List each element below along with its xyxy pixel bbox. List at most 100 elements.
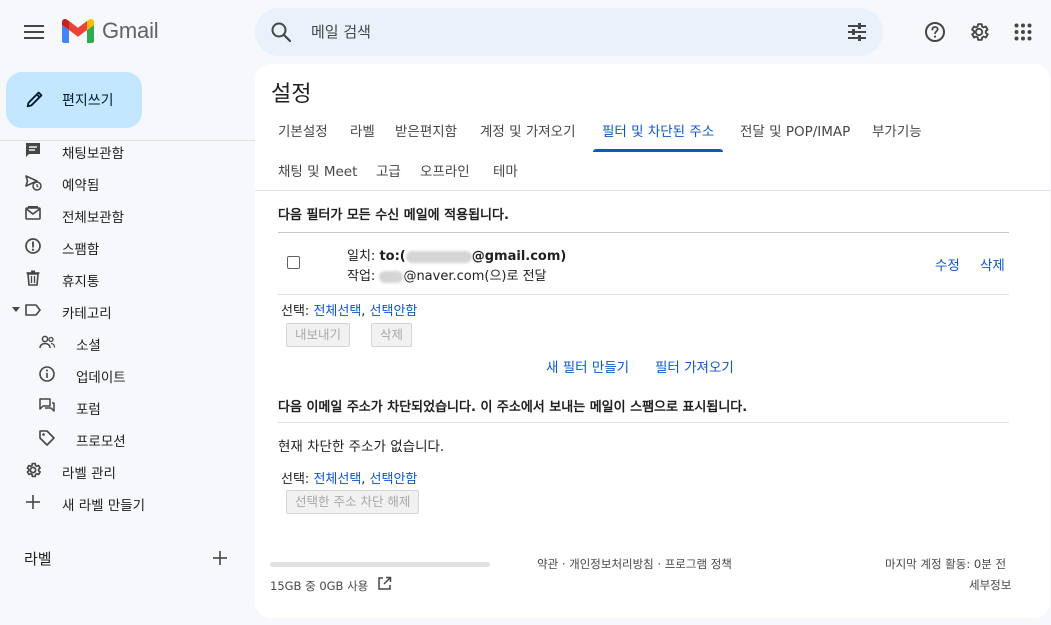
tab-labels[interactable]: 라벨	[341, 112, 384, 152]
sidebar-item-label: 포럼	[76, 402, 101, 418]
last-activity: 마지막 계정 활동: 0분 전	[885, 557, 1007, 571]
app-name: Gmail	[102, 18, 159, 43]
apps-button[interactable]	[1003, 12, 1043, 52]
sidebar-item-updates[interactable]: 업데이트	[0, 358, 256, 390]
sidebar-item-label: 전체보관함	[62, 210, 125, 226]
tab-general[interactable]: 기본설정	[269, 112, 337, 152]
sidebar-item-label: 스팸함	[62, 242, 100, 258]
open-in-new-icon[interactable]	[377, 576, 392, 591]
tune-icon[interactable]	[845, 20, 869, 44]
divider	[278, 422, 1009, 423]
select-none-link[interactable]: 선택안함	[370, 304, 418, 319]
select-all-link[interactable]: 전체선택	[313, 304, 361, 319]
sidebar-item-all-mail[interactable]: 전체보관함	[0, 198, 256, 230]
help-icon	[925, 22, 945, 42]
sidebar-item-label: 소셜	[76, 338, 101, 354]
details-link[interactable]: 세부정보	[969, 577, 1011, 593]
action-suffix: @naver.com(으)로 전달	[403, 269, 547, 284]
select-separator: ,	[361, 472, 370, 487]
tab-advanced[interactable]: 고급	[367, 152, 410, 192]
no-blocked-text: 현재 차단한 주소가 없습니다.	[278, 439, 445, 455]
divider	[278, 294, 1009, 295]
spam-icon	[24, 237, 42, 255]
label-icon	[24, 301, 42, 319]
delete-button[interactable]: 삭제	[371, 323, 413, 347]
tab-inbox[interactable]: 받은편지함	[386, 112, 466, 152]
sidebar-item-label: 새 라벨 만들기	[62, 498, 146, 514]
chat-archive-icon	[24, 141, 42, 159]
unblock-button[interactable]: 선택한 주소 차단 해제	[286, 490, 420, 514]
menu-icon	[24, 25, 44, 39]
filter-match: 일치: to:(@gmail.com)	[347, 245, 566, 264]
settings-button[interactable]	[959, 12, 999, 52]
sidebar-item-spam[interactable]: 스팸함	[0, 230, 256, 262]
import-filter-link[interactable]: 필터 가져오기	[655, 356, 734, 376]
match-suffix: @gmail.com)	[471, 249, 567, 264]
select-all-link[interactable]: 전체선택	[313, 472, 361, 487]
gmail-logo[interactable]: Gmail	[62, 18, 159, 44]
tab-forwarding-pop-imap[interactable]: 전달 및 POP/IMAP	[731, 112, 859, 152]
storage-text: 15GB 중 0GB 사용	[270, 579, 369, 593]
sidebar-item-label: 예약됨	[62, 178, 100, 194]
tab-chat-meet[interactable]: 채팅 및 Meet	[269, 152, 366, 192]
sidebar-item-social[interactable]: 소셜	[0, 326, 256, 358]
sidebar-nav: 채팅보관함 예약됨 전체보관함 스팸함 휴지통 카테고리 소셜 업데이트 포럼 …	[0, 134, 256, 518]
create-filter-link[interactable]: 새 필터 만들기	[546, 356, 629, 376]
pencil-icon	[26, 91, 43, 108]
labels-heading: 라벨	[24, 550, 52, 568]
blocked-select-line: 선택: 전체선택, 선택안함	[281, 468, 417, 487]
trash-icon	[24, 269, 42, 287]
gear-icon	[24, 461, 42, 479]
redacted-text	[379, 270, 404, 283]
plus-icon	[213, 551, 227, 565]
select-none-link[interactable]: 선택안함	[370, 472, 418, 487]
info-icon	[38, 365, 56, 383]
sidebar-item-forums[interactable]: 포럼	[0, 390, 256, 422]
search-input[interactable]	[311, 20, 811, 44]
tab-addons[interactable]: 부가기능	[863, 112, 931, 152]
top-bar: Gmail	[0, 0, 1051, 64]
sidebar-item-manage-labels[interactable]: 라벨 관리	[0, 454, 256, 486]
compose-button[interactable]: 편지쓰기	[6, 72, 142, 128]
select-separator: ,	[361, 304, 370, 319]
tab-filters-blocked[interactable]: 필터 및 차단된 주소	[593, 112, 724, 152]
settings-panel: 설정 기본설정 라벨 받은편지함 계정 및 가져오기 필터 및 차단된 주소 전…	[255, 64, 1050, 618]
blocked-heading: 다음 이메일 주소가 차단되었습니다. 이 주소에서 보내는 메일이 스팸으로 …	[278, 400, 748, 415]
sidebar-item-promotions[interactable]: 프로모션	[0, 422, 256, 454]
tag-icon	[38, 429, 56, 447]
gmail-m-icon	[62, 19, 94, 43]
chevron-down-icon[interactable]	[12, 307, 20, 312]
search-icon[interactable]	[269, 20, 293, 44]
sidebar-item-label: 휴지통	[62, 274, 100, 290]
help-button[interactable]	[915, 12, 955, 52]
footer-links[interactable]: 약관 · 개인정보처리방침 · 프로그램 정책	[537, 556, 732, 572]
select-label: 선택:	[281, 304, 314, 319]
compose-label: 편지쓰기	[62, 93, 114, 109]
sidebar-item-create-label[interactable]: 새 라벨 만들기	[0, 486, 256, 518]
delete-filter-link[interactable]: 삭제	[980, 254, 1005, 274]
sidebar-item-label: 채팅보관함	[62, 146, 125, 162]
search-bar	[255, 8, 883, 56]
sidebar-item-scheduled[interactable]: 예약됨	[0, 166, 256, 198]
export-button[interactable]: 내보내기	[286, 323, 351, 347]
tabs-divider	[255, 190, 1050, 191]
tab-accounts-import[interactable]: 계정 및 가져오기	[471, 112, 585, 152]
filter-checkbox[interactable]	[287, 256, 300, 269]
all-mail-icon	[24, 205, 42, 223]
sidebar-item-categories[interactable]: 카테고리	[0, 294, 256, 326]
filters-heading: 다음 필터가 모든 수신 메일에 적용됩니다.	[278, 208, 509, 223]
scheduled-icon	[24, 173, 42, 191]
add-label-button[interactable]	[208, 546, 232, 570]
main-menu-button[interactable]	[14, 12, 54, 52]
filter-row: 일치: to:(@gmail.com) 작업: @naver.com(으)로 전…	[278, 234, 1009, 294]
tab-offline[interactable]: 오프라인	[411, 152, 479, 192]
sidebar-item-label: 프로모션	[76, 434, 126, 450]
social-icon	[38, 333, 56, 351]
divider	[278, 232, 1009, 233]
gear-icon	[971, 23, 989, 41]
storage-bar	[270, 562, 490, 567]
tab-themes[interactable]: 테마	[484, 152, 527, 192]
sidebar-item-chat-archive[interactable]: 채팅보관함	[0, 134, 256, 166]
edit-filter-link[interactable]: 수정	[935, 254, 960, 274]
sidebar-item-trash[interactable]: 휴지통	[0, 262, 256, 294]
